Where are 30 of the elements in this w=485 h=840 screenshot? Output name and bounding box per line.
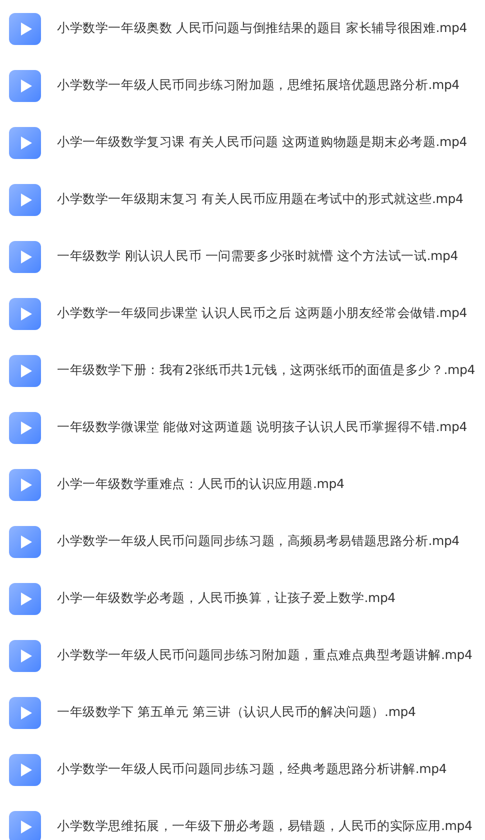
video-play-icon bbox=[9, 126, 41, 158]
file-name[interactable]: 一年级数学微课堂 能做对这两道题 说明孩子认识人民币掌握得不错.mp4 bbox=[57, 419, 467, 436]
file-name[interactable]: 小学一年级数学重难点：人民币的认识应用题.mp4 bbox=[57, 476, 344, 493]
file-name[interactable]: 小学数学一年级人民币问题同步练习题，经典考题思路分析讲解.mp4 bbox=[57, 761, 447, 778]
video-play-icon bbox=[9, 240, 41, 272]
file-name[interactable]: 小学数学一年级人民币问题同步练习附加题，重点难点典型考题讲解.mp4 bbox=[57, 647, 472, 664]
file-name[interactable]: 小学数学一年级同步课堂 认识人民币之后 这两题小朋友经常会做错.mp4 bbox=[57, 305, 467, 322]
video-play-icon bbox=[9, 696, 41, 728]
video-play-icon bbox=[9, 468, 41, 500]
video-play-icon bbox=[9, 754, 41, 786]
file-name[interactable]: 小学数学一年级人民币同步练习附加题，思维拓展培优题思路分析.mp4 bbox=[57, 77, 460, 94]
file-name[interactable]: 小学一年级数学必考题，人民币换算，让孩子爱上数学.mp4 bbox=[57, 590, 396, 607]
file-name[interactable]: 小学数学思维拓展，一年级下册必考题，易错题，人民币的实际应用.mp4 bbox=[57, 818, 472, 835]
video-play-icon bbox=[9, 298, 41, 330]
video-play-icon bbox=[9, 412, 41, 444]
file-name[interactable]: 一年级数学下 第五单元 第三讲（认识人民币的解决问题）.mp4 bbox=[57, 704, 416, 721]
file-name[interactable]: 小学数学一年级奥数 人民币问题与倒推结果的题目 家长辅导很困难.mp4 bbox=[57, 20, 467, 37]
video-play-icon bbox=[9, 640, 41, 672]
file-name[interactable]: 一年级数学 刚认识人民币 一问需要多少张时就懵 这个方法试一试.mp4 bbox=[57, 248, 458, 265]
video-play-icon bbox=[9, 810, 41, 840]
video-play-icon bbox=[9, 526, 41, 558]
file-name[interactable]: 小学数学一年级期末复习 有关人民币应用题在考试中的形式就这些.mp4 bbox=[57, 191, 464, 208]
video-play-icon bbox=[9, 70, 41, 102]
file-name[interactable]: 小学一年级数学复习课 有关人民币问题 这两道购物题是期末必考题.mp4 bbox=[57, 134, 467, 151]
video-play-icon bbox=[9, 184, 41, 216]
file-name[interactable]: 小学数学一年级人民币问题同步练习题，高频易考易错题思路分析.mp4 bbox=[57, 533, 460, 550]
video-play-icon bbox=[9, 354, 41, 386]
file-name[interactable]: 一年级数学下册：我有2张纸币共1元钱，这两张纸币的面值是多少？.mp4 bbox=[57, 362, 475, 379]
video-play-icon bbox=[9, 582, 41, 614]
video-play-icon bbox=[9, 12, 41, 44]
